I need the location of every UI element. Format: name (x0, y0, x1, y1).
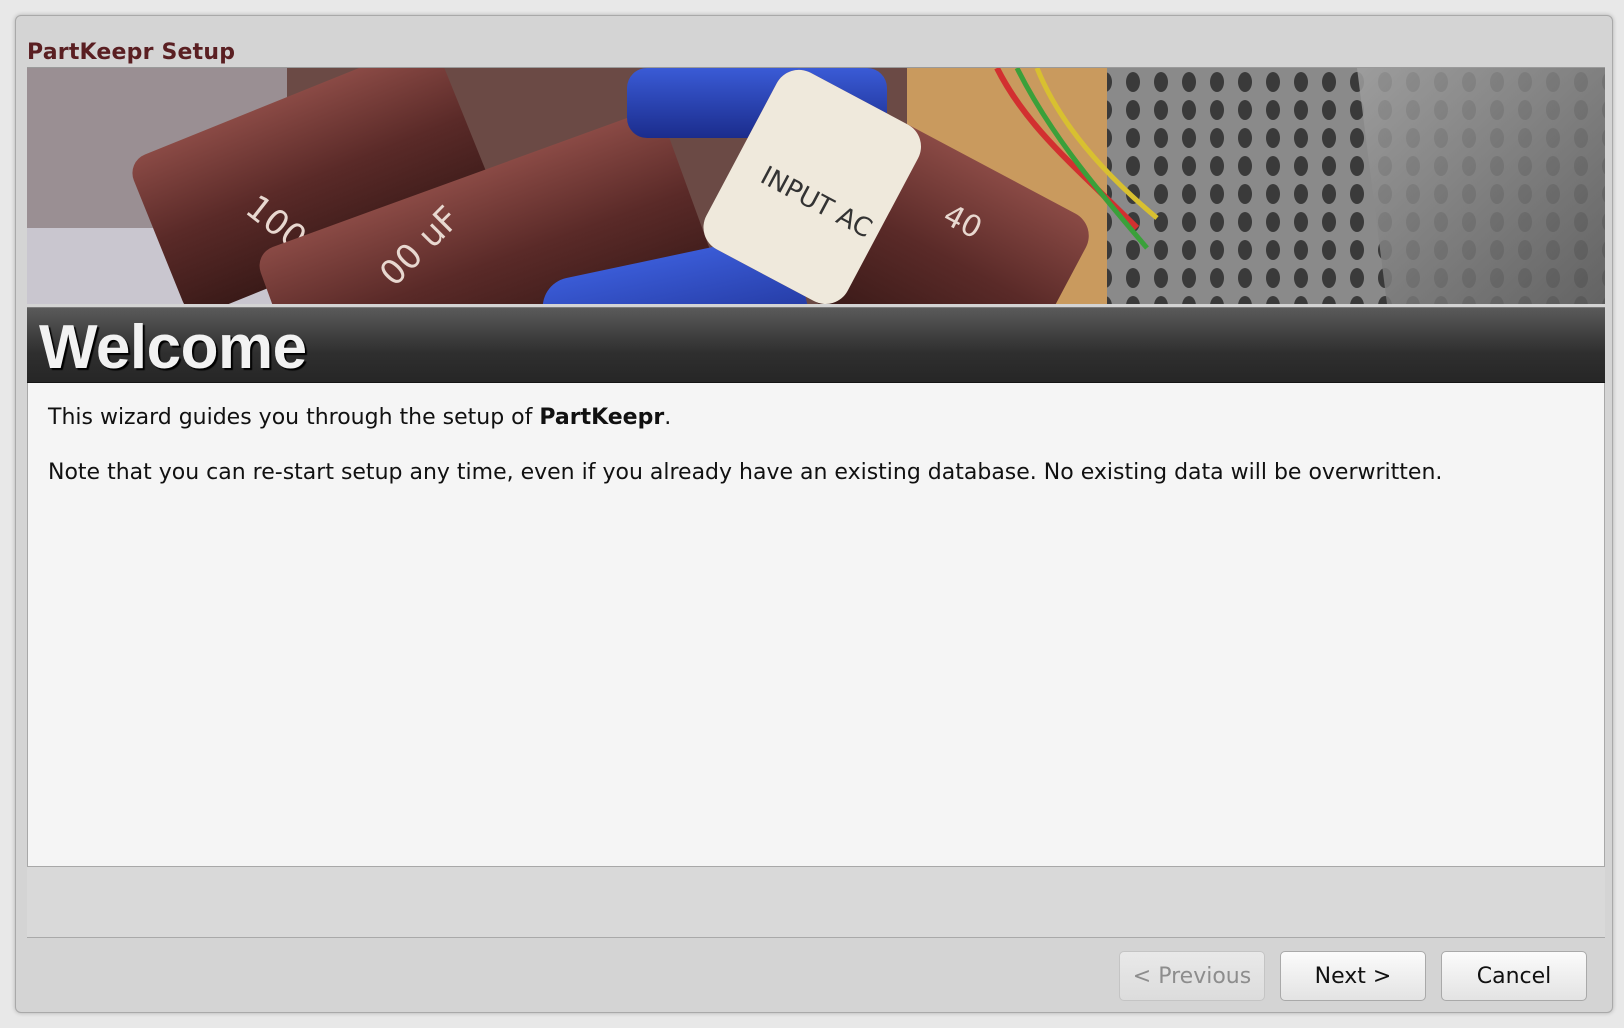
previous-button[interactable]: < Previous (1119, 951, 1265, 1001)
next-button[interactable]: Next > (1280, 951, 1426, 1001)
banner-image: 1000 uF 00 uF INPUT AC 40 (27, 67, 1605, 304)
intro-app-name: PartKeepr (539, 405, 665, 430)
page-heading: Welcome (39, 313, 307, 382)
status-area (27, 867, 1605, 938)
intro-suffix: . (664, 405, 672, 430)
page-heading-bar: Welcome (27, 307, 1605, 383)
wizard-content: This wizard guides you through the setup… (27, 383, 1605, 867)
setup-window: PartKeepr Setup 1000 00 uF INPUT AC 40 W… (15, 15, 1613, 1013)
window-title: PartKeepr Setup (27, 40, 236, 65)
note-text: Note that you can re-start setup any tim… (48, 460, 1443, 485)
cancel-button[interactable]: Cancel (1441, 951, 1587, 1001)
capacitor-photo-icon: 1000 uF 00 uF INPUT AC 40 (27, 68, 1605, 304)
intro-prefix: This wizard guides you through the setup… (48, 405, 540, 430)
intro-text: This wizard guides you through the setup… (48, 405, 671, 430)
